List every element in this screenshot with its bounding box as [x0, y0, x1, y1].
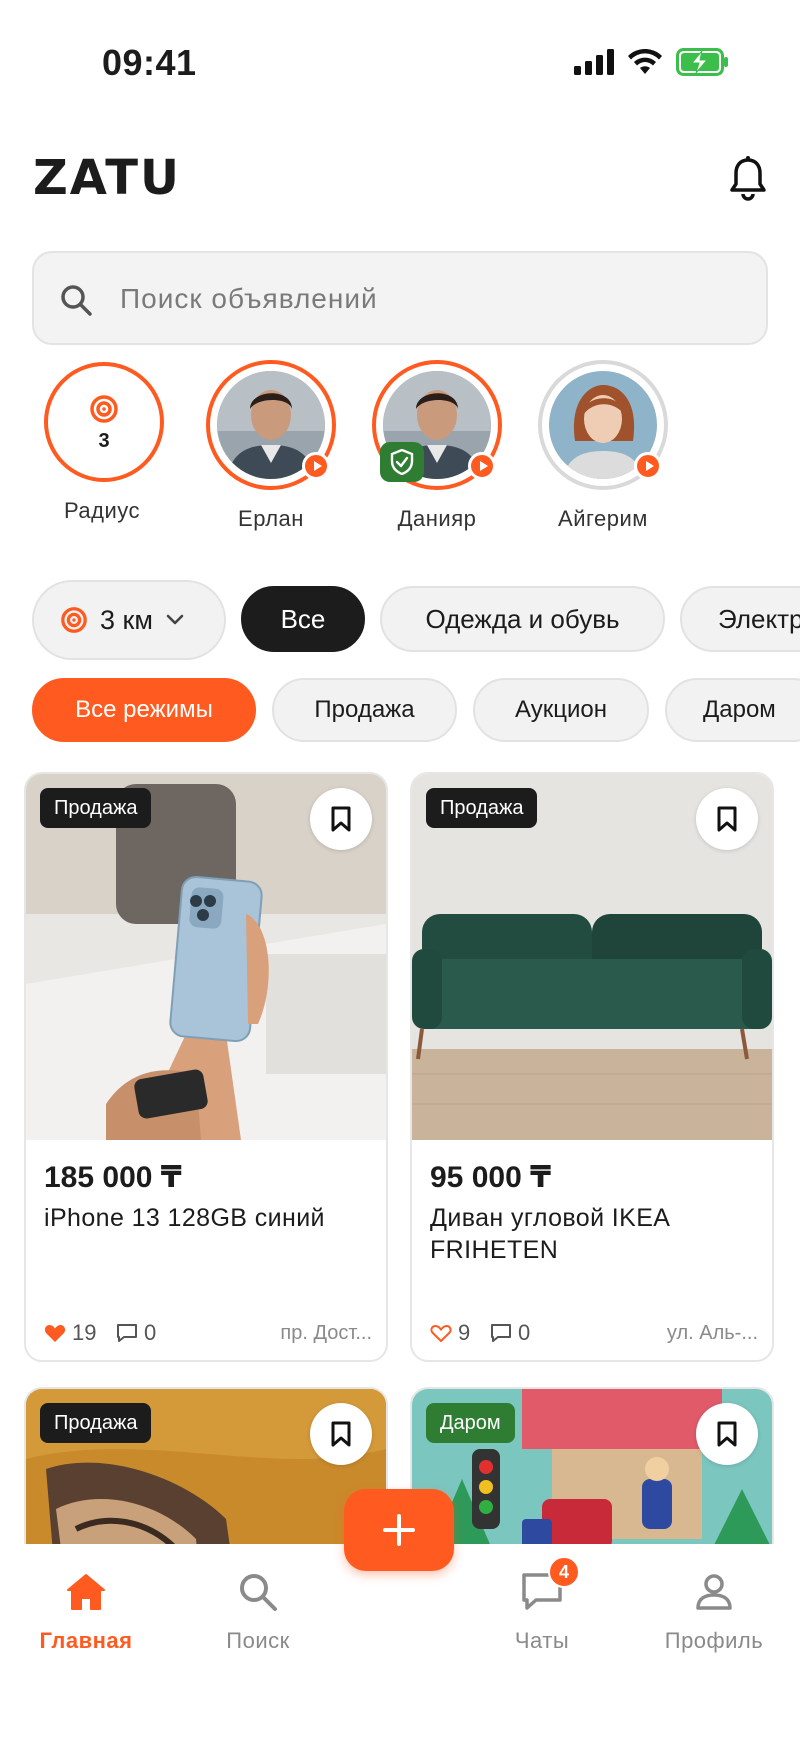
bookmark-button[interactable] — [310, 1403, 372, 1465]
play-icon — [302, 452, 330, 480]
home-icon — [64, 1570, 108, 1614]
bookmark-icon — [331, 806, 351, 832]
add-listing-button[interactable] — [344, 1489, 454, 1571]
comments-count: 0 — [144, 1320, 157, 1345]
cellular-signal-icon — [574, 49, 614, 75]
chip-sale[interactable]: Продажа — [272, 678, 457, 742]
search-icon — [61, 285, 92, 316]
bottom-nav: Главная Поиск 4 Чаты Профиль — [0, 1544, 800, 1739]
listing-title: Диван угловой IKEA FRIHETEN — [430, 1204, 669, 1264]
chip-electronics[interactable]: Электр — [680, 586, 800, 652]
comments[interactable]: 0 — [490, 1320, 530, 1346]
search-bar[interactable] — [32, 251, 768, 345]
comment-icon — [117, 1324, 137, 1342]
battery-charging-icon — [676, 48, 728, 76]
nav-label: Главная — [39, 1628, 133, 1653]
radar-icon — [61, 607, 87, 633]
bookmark-button[interactable] — [696, 788, 758, 850]
status-icons — [574, 48, 730, 76]
comment-icon — [491, 1324, 511, 1342]
verified-shield-icon — [380, 442, 424, 482]
listing-price: 185 000 ₸ — [44, 1161, 182, 1194]
category-chips: 3 км Все Одежда и обувь Электр — [0, 580, 800, 660]
bookmark-icon — [717, 1421, 737, 1447]
listing-title: iPhone 13 128GB синий — [44, 1204, 325, 1232]
likes-count: 9 — [458, 1320, 471, 1345]
bookmark-icon — [331, 1421, 351, 1447]
listing-badge: Продажа — [40, 788, 152, 828]
app-header: ZATU — [33, 150, 768, 210]
chip-free[interactable]: Даром — [665, 678, 800, 742]
radius-label: Радиус — [63, 498, 141, 523]
chip-all-modes[interactable]: Все режимы — [32, 678, 256, 742]
story-name: Данияр — [397, 506, 477, 531]
nav-home[interactable]: Главная — [11, 1570, 161, 1654]
unread-badge: 4 — [548, 1556, 580, 1588]
comments-count: 0 — [518, 1320, 531, 1345]
bookmark-icon — [717, 806, 737, 832]
nav-chats[interactable]: 4 Чаты — [467, 1556, 617, 1654]
user-icon — [692, 1570, 736, 1614]
heart-outline-icon — [430, 1324, 452, 1343]
nav-search[interactable]: Поиск — [183, 1570, 333, 1654]
mode-chips: Все режимы Продажа Аукцион Даром — [0, 678, 800, 758]
chat-icon: 4 — [520, 1556, 580, 1614]
plus-icon — [383, 1514, 415, 1546]
listing-card[interactable]: Продажа 95 000 ₸ Диван угловой IKEA FRIH… — [410, 772, 774, 1362]
story-name: Айгерим — [558, 506, 648, 531]
listing-card[interactable]: Продажа 185 000 ₸ iPhone 13 128GB синий … — [24, 772, 388, 1362]
nav-profile[interactable]: Профиль — [639, 1570, 789, 1654]
play-icon — [634, 452, 662, 480]
bell-icon[interactable] — [728, 156, 768, 202]
nav-label: Поиск — [226, 1628, 290, 1653]
listing-meta: 9 0 ул. Аль-... — [430, 1318, 758, 1350]
story-ring — [372, 360, 502, 490]
status-time: 09:41 — [102, 42, 197, 83]
radius-value: 3 — [98, 430, 110, 452]
distance-dropdown[interactable]: 3 км — [32, 580, 226, 660]
bookmark-button[interactable] — [696, 1403, 758, 1465]
radius-ring: 3 — [44, 362, 164, 482]
listing-badge: Продажа — [40, 1403, 152, 1443]
listing-meta: 19 0 пр. Дост... — [44, 1318, 372, 1350]
play-icon — [468, 452, 496, 480]
search-input[interactable] — [120, 267, 740, 331]
stories-row: 3 Радиус Ерлан Данияр Айгерим — [0, 360, 800, 540]
likes[interactable]: 19 — [44, 1320, 96, 1346]
listing-address: пр. Дост... — [280, 1322, 372, 1344]
heart-filled-icon — [44, 1325, 66, 1342]
listing-badge: Продажа — [426, 788, 538, 828]
story-name: Ерлан — [238, 506, 304, 531]
radar-icon — [90, 395, 118, 423]
story-ring — [538, 360, 668, 490]
comments[interactable]: 0 — [116, 1320, 156, 1346]
chevron-down-icon — [166, 614, 184, 625]
chip-all[interactable]: Все — [241, 586, 365, 652]
nav-label: Профиль — [664, 1628, 764, 1653]
bookmark-button[interactable] — [310, 788, 372, 850]
wifi-icon — [628, 49, 662, 74]
app-logo: ZATU — [33, 150, 181, 206]
chip-clothing[interactable]: Одежда и обувь — [380, 586, 665, 652]
listing-badge: Даром — [426, 1403, 515, 1443]
listing-address: ул. Аль-... — [666, 1322, 758, 1344]
nav-label: Чаты — [514, 1628, 570, 1653]
listing-price: 95 000 ₸ — [430, 1161, 551, 1194]
story-ring — [206, 360, 336, 490]
search-icon — [236, 1570, 280, 1614]
chip-auction[interactable]: Аукцион — [473, 678, 649, 742]
likes-count: 19 — [72, 1320, 97, 1345]
likes[interactable]: 9 — [430, 1320, 470, 1346]
status-bar: 09:41 — [0, 0, 800, 130]
distance-value: 3 км — [100, 604, 153, 635]
